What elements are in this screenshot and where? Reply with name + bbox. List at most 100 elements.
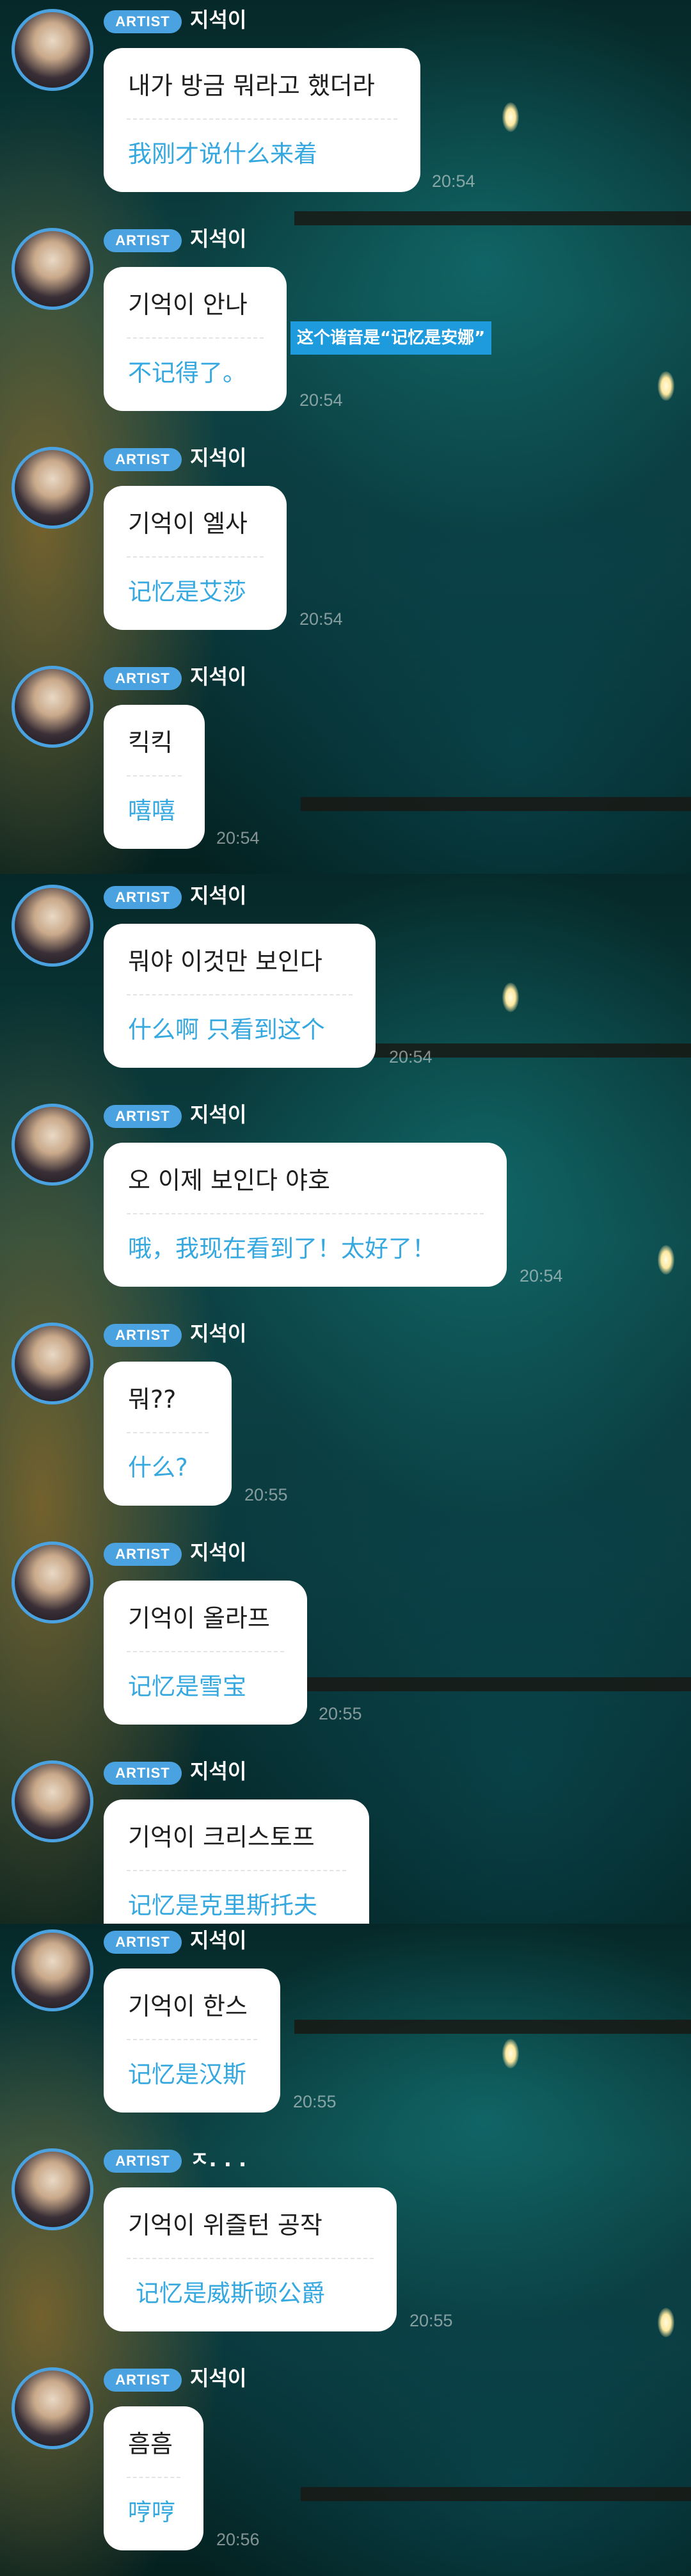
timestamp: 20:55 <box>319 1704 362 1723</box>
message-bubble[interactable]: 기억이 올라프 记忆是雪宝 <box>104 1581 307 1725</box>
message-bubble[interactable]: 뭐?? 什么? <box>104 1362 232 1506</box>
timestamp: 20:55 <box>293 2092 337 2111</box>
avatar[interactable] <box>12 228 93 310</box>
username: 지석이 <box>190 1928 247 1952</box>
chinese-translation: 记忆是雪宝 <box>128 1673 246 1700</box>
avatar[interactable] <box>12 1104 93 1186</box>
divider <box>127 1213 484 1214</box>
bridge-silhouette <box>301 1677 691 1691</box>
message-bubble[interactable]: 기억이 안나 不记得了。 <box>104 267 287 411</box>
bridge-silhouette <box>301 797 691 811</box>
message-bubble[interactable]: 흠흠 哼哼 <box>104 2406 203 2550</box>
chinese-translation: 哦，我现在看到了！太好了！ <box>128 1235 436 1262</box>
avatar[interactable] <box>12 9 93 91</box>
divider <box>127 1432 209 1433</box>
divider <box>127 775 182 777</box>
avatar[interactable] <box>12 2367 93 2449</box>
chinese-translation: 记忆是克里斯托夫 <box>128 1892 317 1919</box>
avatar[interactable] <box>12 1929 93 2011</box>
avatar[interactable] <box>12 666 93 748</box>
street-light <box>658 1245 674 1275</box>
chat-message: ARTIST 지석이 기억이 크리스토프 记忆是克里斯托夫 <box>0 1751 691 1924</box>
korean-text: 흠흠 <box>128 2430 173 2458</box>
avatar[interactable] <box>12 1760 93 1842</box>
korean-text: 오 이제 보인다 야호 <box>128 1166 330 1195</box>
timestamp: 20:54 <box>299 609 343 629</box>
divider <box>127 994 353 995</box>
timestamp: 20:56 <box>216 2530 260 2549</box>
chinese-translation: 什么? <box>128 1454 188 1481</box>
username: 지석이 <box>190 1540 247 1565</box>
divider <box>127 2258 374 2259</box>
timestamp: 20:54 <box>432 172 475 191</box>
avatar[interactable] <box>12 1542 93 1623</box>
divider <box>127 118 397 120</box>
timestamp: 20:55 <box>409 2311 453 2330</box>
bridge-silhouette <box>294 2020 691 2034</box>
artist-badge: ARTIST <box>104 1931 182 1954</box>
timestamp: 20:54 <box>299 390 343 410</box>
avatar[interactable] <box>12 2148 93 2230</box>
korean-text: 기억이 올라프 <box>128 1604 270 1632</box>
chinese-translation: 哼哼 <box>128 2499 175 2526</box>
username: 지석이 <box>190 1102 247 1127</box>
chinese-translation: 记忆是威斯顿公爵 <box>136 2280 325 2307</box>
message-bubble[interactable]: 킥킥 嘻嘻 <box>104 705 205 849</box>
bridge-silhouette <box>294 211 691 225</box>
avatar[interactable] <box>12 1323 93 1405</box>
timestamp: 20:54 <box>216 828 260 848</box>
chinese-translation: 记忆是汉斯 <box>128 2061 246 2088</box>
message-bubble[interactable]: 기억이 엘사 记忆是艾莎 <box>104 486 287 630</box>
divider <box>127 2477 180 2478</box>
artist-badge: ARTIST <box>104 1543 182 1566</box>
message-bubble[interactable]: 오 이제 보인다 야호 哦，我现在看到了！太好了！ <box>104 1143 507 1287</box>
username: 지석이 <box>190 227 247 251</box>
username: 지석이 <box>190 664 247 689</box>
divider <box>127 556 264 558</box>
divider <box>127 2039 257 2040</box>
korean-text: 기억이 안나 <box>128 291 248 319</box>
artist-badge: ARTIST <box>104 2150 182 2173</box>
username: 지석이 <box>190 2366 247 2390</box>
divider <box>127 337 264 339</box>
korean-text: 기억이 크리스토프 <box>128 1823 315 1851</box>
artist-badge: ARTIST <box>104 2369 182 2392</box>
artist-badge: ARTIST <box>104 1324 182 1347</box>
timestamp: 20:54 <box>389 1047 433 1067</box>
message-bubble[interactable]: 기억이 한스 记忆是汉斯 <box>104 1968 280 2113</box>
avatar[interactable] <box>12 885 93 967</box>
street-light <box>658 2308 674 2337</box>
artist-badge: ARTIST <box>104 667 182 690</box>
message-bubble[interactable]: 기억이 위즐턴 공작 记忆是威斯顿公爵 <box>104 2187 397 2331</box>
chinese-translation: 记忆是艾莎 <box>128 578 246 606</box>
korean-text: 뭐야 이것만 보인다 <box>128 947 322 976</box>
message-bubble[interactable]: 기억이 크리스토프 记忆是克里斯托夫 <box>104 1799 369 1924</box>
korean-text: 킥킥 <box>128 729 173 757</box>
artist-badge: ARTIST <box>104 1762 182 1785</box>
chinese-translation: 嘻嘻 <box>128 797 175 825</box>
korean-text: 기억이 한스 <box>128 1992 248 2020</box>
korean-text: 기억이 위즐턴 공작 <box>128 2211 322 2239</box>
username: 지석이 <box>190 1759 247 1783</box>
divider <box>127 1651 284 1652</box>
korean-text: 기억이 엘사 <box>128 510 248 538</box>
artist-badge: ARTIST <box>104 10 182 33</box>
street-light <box>502 983 519 1012</box>
username: 지석이 <box>190 8 247 32</box>
street-light <box>658 371 674 401</box>
street-light <box>502 102 519 132</box>
avatar[interactable] <box>12 447 93 529</box>
username: 지석이 <box>190 883 247 908</box>
username: ㅈ. . . <box>190 2147 247 2171</box>
message-bubble[interactable]: 뭐야 이것만 보인다 什么啊 只看到这个 <box>104 924 376 1068</box>
artist-badge: ARTIST <box>104 229 182 252</box>
timestamp: 20:55 <box>244 1485 288 1504</box>
username: 지석이 <box>190 446 247 470</box>
annotation-tag: 这个谐音是“记忆是安娜” <box>290 321 492 355</box>
chinese-translation: 不记得了。 <box>128 359 246 387</box>
korean-text: 뭐?? <box>128 1385 177 1413</box>
street-light <box>502 2039 519 2068</box>
message-bubble[interactable]: 내가 방금 뭐라고 했더라 我刚才说什么来着 <box>104 48 420 192</box>
chinese-translation: 什么啊 只看到这个 <box>128 1016 325 1043</box>
chinese-translation: 我刚才说什么来着 <box>128 140 317 168</box>
